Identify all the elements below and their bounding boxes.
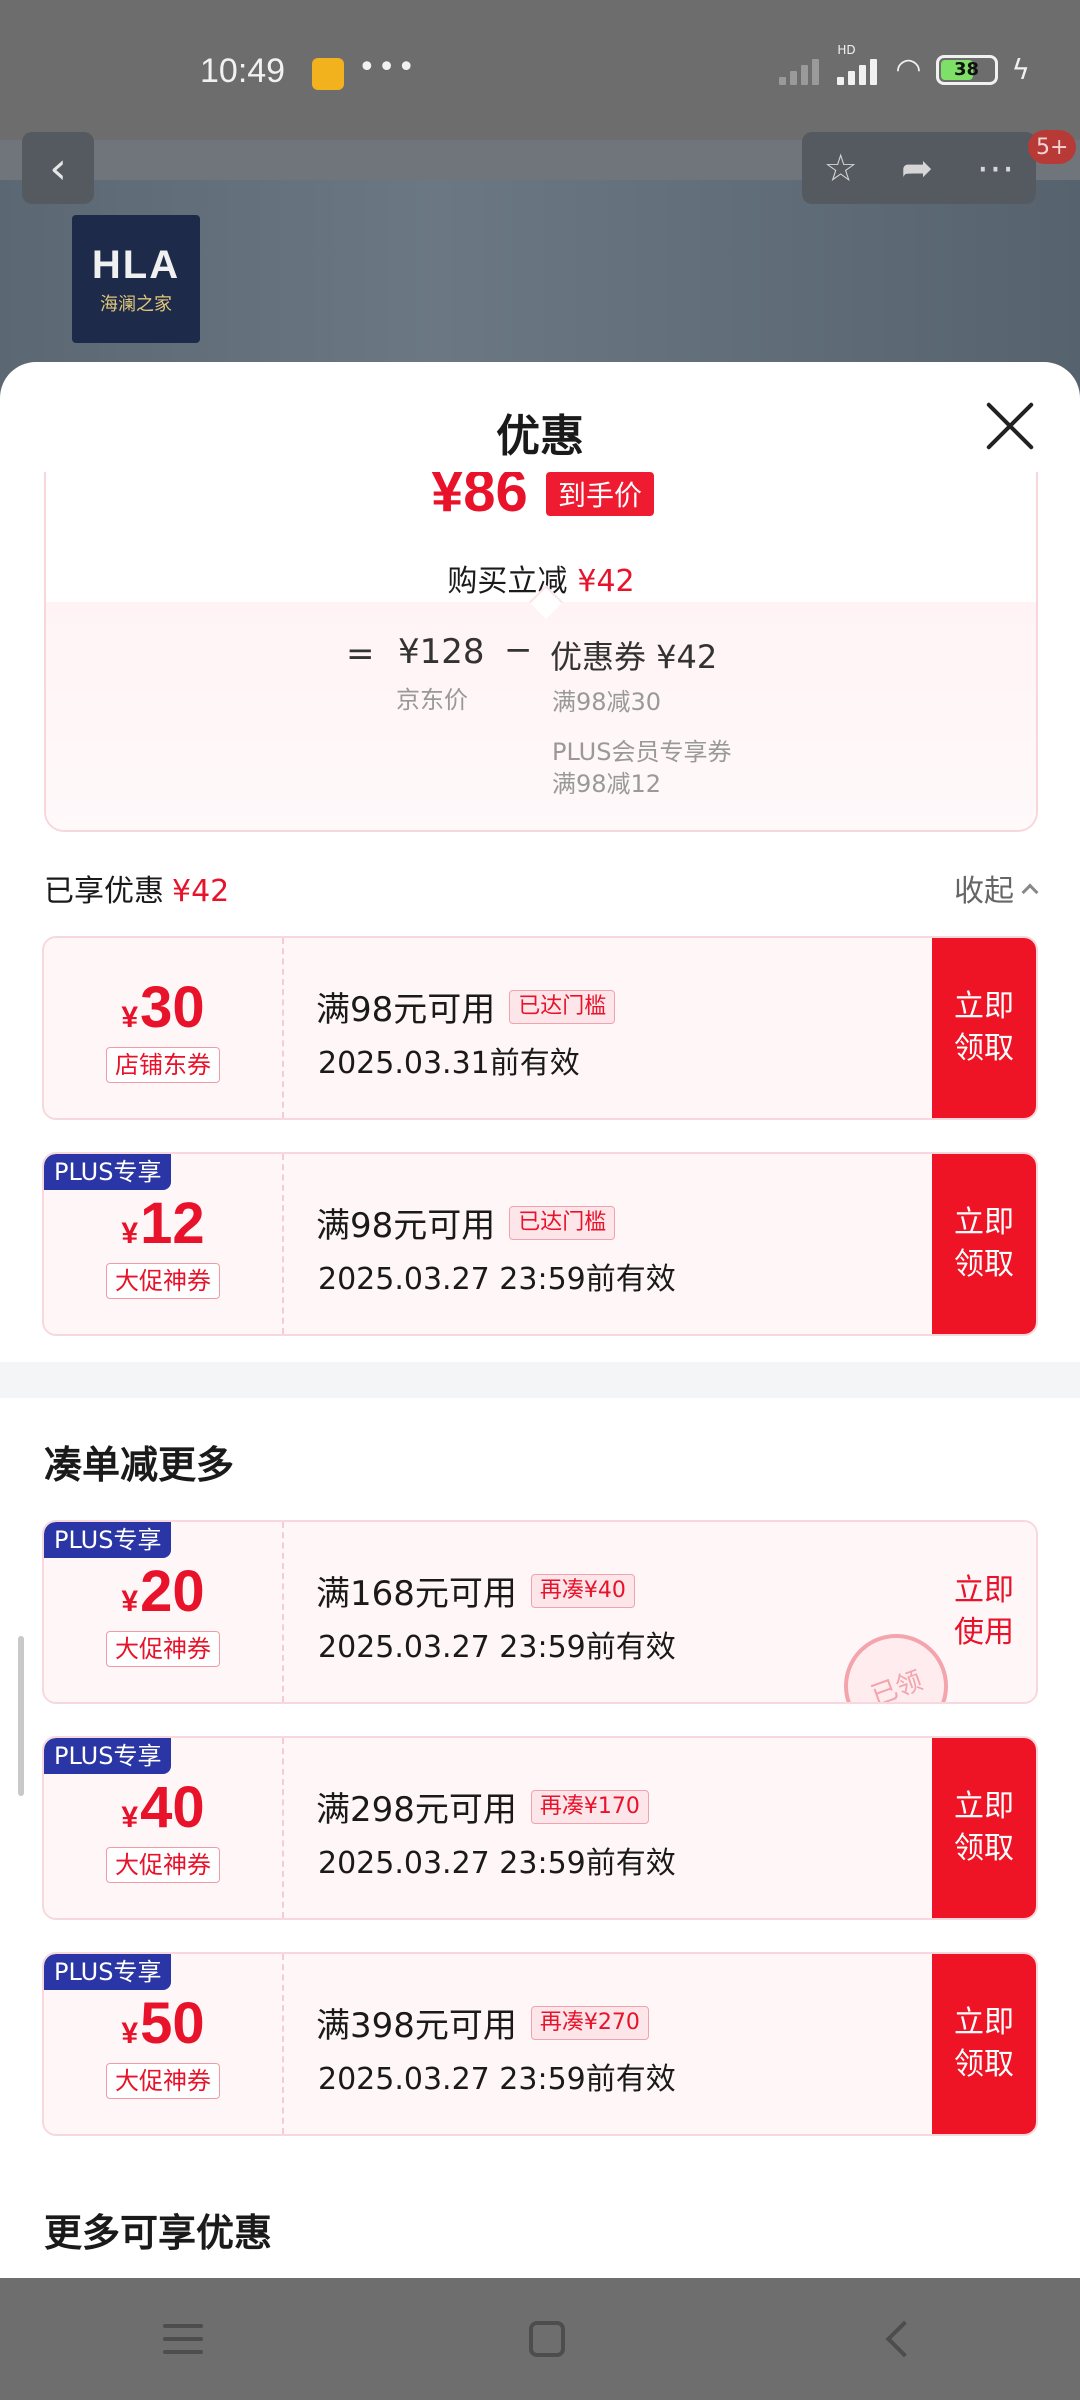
coupon-card: PLUS专享 ¥50 大促神券 满398元可用 再凑¥270 2025.03.2… — [42, 1952, 1038, 2136]
minus-sign: − — [504, 630, 533, 670]
system-navigation-bar — [0, 2278, 1080, 2400]
coupon-detail-2: PLUS会员专享券 — [552, 738, 732, 766]
signal-icon-sim2 — [779, 55, 823, 85]
home-icon[interactable] — [529, 2321, 565, 2357]
coupon-condition: 满168元可用 再凑¥40 — [316, 1566, 635, 1615]
sheet-title: 优惠 — [496, 411, 584, 462]
status-time: 10:49 — [200, 52, 286, 90]
claim-coupon-button[interactable]: 立即 领取 — [932, 1954, 1036, 2134]
back-arrow-icon[interactable]: ‹ — [22, 132, 94, 204]
status-indicators: HD ◠ 38 ϟ — [779, 43, 1030, 87]
final-price: ¥86 — [431, 472, 528, 524]
coupon-value: ¥30 — [121, 974, 205, 1040]
claim-coupon-button[interactable]: 立即 领取 — [932, 1738, 1036, 1918]
brand-logo-sub: 海澜之家 — [100, 293, 172, 315]
price-breakdown — [46, 602, 1036, 830]
coupon-card: PLUS专享 ¥12 大促神券 满98元可用 已达门槛 2025.03.27 2… — [42, 1152, 1038, 1336]
use-coupon-button[interactable]: 立即 使用 — [932, 1522, 1036, 1702]
instant-cut-amount: ¥42 — [577, 564, 635, 599]
brand-logo-text: HLA — [91, 242, 181, 287]
coupon-condition: 满398元可用 再凑¥270 — [316, 1998, 649, 2047]
coupon-condition: 满98元可用 已达门槛 — [316, 982, 616, 1031]
coupon-condition: 满298元可用 再凑¥170 — [316, 1782, 649, 1831]
collapse-button[interactable]: 收起 — [954, 866, 1039, 910]
chevron-up-icon — [1021, 883, 1039, 901]
coupon-expiry: 2025.03.27 23:59前有效 — [318, 1262, 676, 1297]
coupon-value: ¥12 — [121, 1190, 205, 1256]
close-icon[interactable] — [982, 398, 1038, 454]
coupon-type: 店铺东券 — [106, 1046, 220, 1083]
charging-icon: ϟ — [1011, 53, 1030, 86]
coupon-card: PLUS专享 ¥20 大促神券 满168元可用 再凑¥40 2025.03.27… — [42, 1520, 1038, 1704]
coupon-card: ¥30 店铺东券 满98元可用 已达门槛 2025.03.31前有效 立即 领取 — [42, 936, 1038, 1120]
battery-icon: 38 — [935, 54, 998, 85]
coupon-condition: 满98元可用 已达门槛 — [316, 1198, 616, 1247]
coupon-value: ¥50 — [121, 1990, 205, 2056]
coupon-type: 大促神券 — [106, 1262, 220, 1299]
more-notifications-icon: ••• — [358, 50, 418, 85]
coupon-value: ¥40 — [121, 1774, 205, 1840]
remaining-amount-badge: 再凑¥270 — [530, 2005, 649, 2040]
note-app-icon — [312, 58, 344, 90]
enjoyed-amount: ¥42 — [172, 874, 230, 909]
threshold-badge: 已达门槛 — [509, 989, 616, 1024]
coupon-type: 大促神券 — [106, 1846, 220, 1883]
coupon-value: ¥20 — [121, 1558, 205, 1624]
more-dots-icon[interactable]: ⋯ — [976, 146, 1014, 190]
threshold-badge: 已达门槛 — [509, 1205, 616, 1240]
coupon-total: 优惠券 ¥42 — [550, 638, 718, 676]
jd-price-label: 京东价 — [396, 686, 468, 714]
notification-badge: 5+ — [1028, 130, 1077, 164]
price-summary-card: ¥86 到手价 购买立减 ¥42 = ¥128 京东价 − 优惠券 ¥42 满98… — [44, 472, 1038, 832]
coupon-card: PLUS专享 ¥40 大促神券 满298元可用 再凑¥170 2025.03.2… — [42, 1736, 1038, 1920]
section-title-other-offers: 更多可享优惠 — [44, 2211, 273, 2255]
signal-icon-sim1: HD — [837, 43, 881, 85]
jd-price: ¥128 — [398, 632, 485, 672]
equals-sign: = — [346, 634, 375, 674]
brand-logo: HLA 海澜之家 — [72, 215, 200, 343]
coupon-type: 大促神券 — [106, 2062, 220, 2099]
section-title-more-savings: 凑单减更多 — [44, 1443, 235, 1487]
status-bar: 10:49 ••• HD ◠ 38 ϟ — [0, 0, 1080, 140]
top-actions: ☆ ➦ ⋯ — [802, 132, 1036, 204]
coupon-type: 大促神券 — [106, 1630, 220, 1667]
coupon-expiry: 2025.03.27 23:59前有效 — [318, 2062, 676, 2097]
section-divider — [0, 1362, 1080, 1398]
menu-icon[interactable] — [163, 2324, 203, 2354]
claim-coupon-button[interactable]: 立即 领取 — [932, 938, 1036, 1118]
back-icon[interactable] — [885, 2320, 923, 2358]
star-icon[interactable]: ☆ — [824, 146, 858, 190]
enjoyed-label: 已享优惠 — [44, 874, 164, 909]
coupon-detail-3: 满98减12 — [552, 770, 662, 798]
remaining-amount-badge: 再凑¥40 — [530, 1573, 635, 1608]
coupon-expiry: 2025.03.27 23:59前有效 — [318, 1630, 676, 1665]
coupon-expiry: 2025.03.31前有效 — [318, 1046, 580, 1081]
remaining-amount-badge: 再凑¥170 — [530, 1789, 649, 1824]
scrollbar[interactable] — [18, 1636, 24, 1796]
claim-coupon-button[interactable]: 立即 领取 — [932, 1154, 1036, 1334]
coupon-detail-1: 满98减30 — [552, 688, 662, 716]
collapse-label: 收起 — [954, 874, 1014, 909]
battery-level: 38 — [953, 59, 980, 80]
coupon-expiry: 2025.03.27 23:59前有效 — [318, 1846, 676, 1881]
share-icon[interactable]: ➦ — [901, 146, 933, 190]
final-price-tag: 到手价 — [546, 472, 655, 516]
discount-sheet: 优惠 ¥86 到手价 购买立减 ¥42 = ¥128 京东价 − 优惠券 ¥42 … — [0, 362, 1080, 2278]
enjoyed-discount: 已享优惠 ¥42 — [44, 866, 229, 910]
wifi-icon: ◠ — [895, 52, 922, 87]
